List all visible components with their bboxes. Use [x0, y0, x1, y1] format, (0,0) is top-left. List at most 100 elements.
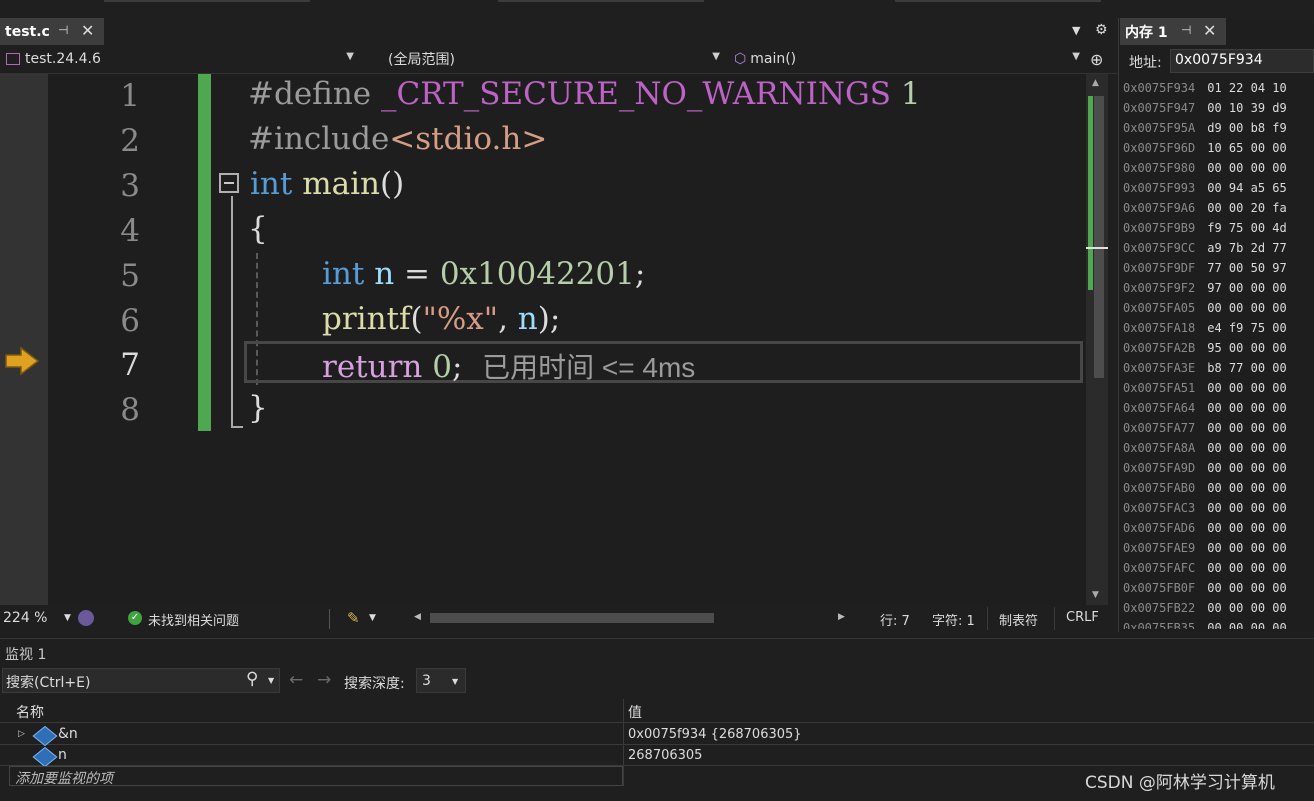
memory-row[interactable]: 0x0075F9DF 77 00 50 97 [1123, 259, 1314, 279]
scroll-down-icon[interactable]: ▼ [1092, 590, 1099, 600]
forward-arrow-icon[interactable]: → [317, 670, 331, 690]
watch-row-name[interactable]: &n [58, 726, 78, 742]
project-dropdown[interactable]: test.24.4.6 ▼ [2, 48, 358, 70]
add-watch-item[interactable]: 添加要监视的项 [15, 768, 113, 788]
scrollbar-thumb[interactable] [1094, 96, 1104, 378]
column-header-name[interactable]: 名称 [16, 702, 44, 722]
zoom-level[interactable]: 224 % [3, 610, 47, 626]
function-dropdown[interactable]: ⬡ main() ▼ [730, 48, 1084, 70]
watch-row-name[interactable]: n [58, 747, 67, 763]
column-divider[interactable] [623, 699, 624, 786]
column-header-value[interactable]: 值 [628, 702, 642, 722]
address-input[interactable]: 0x0075F934 [1170, 49, 1314, 73]
pin-icon[interactable]: ⊣ [58, 23, 68, 37]
memory-bytes[interactable]: 00 10 39 d9 [1207, 101, 1286, 115]
memory-rows[interactable]: 0x0075F934 01 22 04 10 0x0075F947 00 10 39 … [1123, 79, 1314, 629]
cleanup-brush-icon[interactable]: ✎ [347, 609, 360, 627]
memory-row[interactable]: 0x0075FA18 e4 f9 75 00 [1123, 319, 1314, 339]
line-ending[interactable]: CRLF [1066, 610, 1099, 625]
memory-bytes[interactable]: 00 00 00 00 [1207, 501, 1286, 515]
scroll-up-icon[interactable]: ▲ [1092, 78, 1099, 88]
memory-bytes[interactable]: 00 94 a5 65 [1207, 181, 1286, 195]
memory-row[interactable]: 0x0075F9B9 f9 75 00 4d [1123, 219, 1314, 239]
memory-row[interactable]: 0x0075FAC3 00 00 00 00 [1123, 499, 1314, 519]
memory-row[interactable]: 0x0075F96D 10 65 00 00 [1123, 139, 1314, 159]
memory-bytes[interactable]: 00 00 00 00 [1207, 161, 1286, 175]
memory-row[interactable]: 0x0075FB35 00 00 00 00 [1123, 619, 1314, 629]
close-icon[interactable]: ✕ [81, 21, 94, 40]
memory-row[interactable]: 0x0075FA51 00 00 00 00 [1123, 379, 1314, 399]
memory-bytes[interactable]: 00 00 00 00 [1207, 521, 1286, 535]
chevron-down-icon[interactable]: ▼ [452, 677, 458, 686]
memory-row[interactable]: 0x0075F993 00 94 a5 65 [1123, 179, 1314, 199]
memory-bytes[interactable]: 10 65 00 00 [1207, 141, 1286, 155]
memory-row[interactable]: 0x0075FAE9 00 00 00 00 [1123, 539, 1314, 559]
memory-bytes[interactable]: 00 00 00 00 [1207, 561, 1286, 575]
scroll-right-icon[interactable]: ▶ [838, 612, 845, 622]
memory-row[interactable]: 0x0075F95A d9 00 b8 f9 [1123, 119, 1314, 139]
memory-bytes[interactable]: 00 00 00 00 [1207, 461, 1286, 475]
memory-row[interactable]: 0x0075F9CC a9 7b 2d 77 [1123, 239, 1314, 259]
memory-row[interactable]: 0x0075F9F2 97 00 00 00 [1123, 279, 1314, 299]
tab-list-dropdown-icon[interactable]: ▼ [1072, 24, 1080, 37]
memory-bytes[interactable]: f9 75 00 4d [1207, 221, 1286, 235]
memory-bytes[interactable]: 00 00 00 00 [1207, 441, 1286, 455]
scroll-left-icon[interactable]: ◀ [414, 612, 421, 622]
memory-row[interactable]: 0x0075FA3E b8 77 00 00 [1123, 359, 1314, 379]
chevron-down-icon[interactable]: ▼ [268, 676, 274, 685]
pin-icon[interactable]: ⊣ [1181, 23, 1191, 37]
memory-row[interactable]: 0x0075FA05 00 00 00 00 [1123, 299, 1314, 319]
memory-row[interactable]: 0x0075F980 00 00 00 00 [1123, 159, 1314, 179]
memory-bytes[interactable]: 97 00 00 00 [1207, 281, 1286, 295]
intellicode-icon[interactable] [78, 610, 94, 626]
indicator-margin[interactable] [0, 74, 48, 605]
char-indicator[interactable]: 字符: 1 [932, 610, 975, 629]
memory-row[interactable]: 0x0075FA64 00 00 00 00 [1123, 399, 1314, 419]
chevron-down-icon[interactable]: ▼ [369, 613, 376, 623]
memory-row[interactable]: 0x0075FB0F 00 00 00 00 [1123, 579, 1314, 599]
memory-row[interactable]: 0x0075F9A6 00 00 20 fa [1123, 199, 1314, 219]
search-icon[interactable]: ⚲ [246, 669, 258, 689]
expand-arrow-icon[interactable]: ▷ [18, 729, 25, 739]
watch-row-value[interactable]: 0x0075f934 {268706305} [628, 727, 802, 742]
gear-icon[interactable]: ⚙ [1095, 22, 1108, 38]
split-window-icon[interactable]: ⊕ [1090, 50, 1103, 69]
memory-bytes[interactable]: 00 00 00 00 [1207, 621, 1286, 629]
memory-bytes[interactable]: b8 77 00 00 [1207, 361, 1286, 375]
indent-mode[interactable]: 制表符 [999, 610, 1038, 629]
memory-bytes[interactable]: 00 00 00 00 [1207, 421, 1286, 435]
memory-bytes[interactable]: 00 00 00 00 [1207, 481, 1286, 495]
memory-row[interactable]: 0x0075FAB0 00 00 00 00 [1123, 479, 1314, 499]
collapse-icon[interactable] [219, 173, 239, 193]
close-icon[interactable]: ✕ [1203, 21, 1216, 40]
memory-row[interactable]: 0x0075FB22 00 00 00 00 [1123, 599, 1314, 619]
memory-row[interactable]: 0x0075FAD6 00 00 00 00 [1123, 519, 1314, 539]
memory-bytes[interactable]: 00 00 00 00 [1207, 301, 1286, 315]
memory-row[interactable]: 0x0075FA2B 95 00 00 00 [1123, 339, 1314, 359]
memory-bytes[interactable]: e4 f9 75 00 [1207, 321, 1286, 335]
memory-bytes[interactable]: 00 00 00 00 [1207, 601, 1286, 615]
chevron-down-icon[interactable]: ▼ [64, 613, 71, 623]
memory-bytes[interactable]: 01 22 04 10 [1207, 81, 1286, 95]
memory-row[interactable]: 0x0075F934 01 22 04 10 [1123, 79, 1314, 99]
watch-row-value[interactable]: 268706305 [628, 748, 702, 763]
memory-bytes[interactable]: 00 00 00 00 [1207, 381, 1286, 395]
memory-row[interactable]: 0x0075FA77 00 00 00 00 [1123, 419, 1314, 439]
memory-bytes[interactable]: d9 00 b8 f9 [1207, 121, 1286, 135]
memory-bytes[interactable]: 00 00 00 00 [1207, 581, 1286, 595]
memory-row[interactable]: 0x0075FA8A 00 00 00 00 [1123, 439, 1314, 459]
memory-row[interactable]: 0x0075F947 00 10 39 d9 [1123, 99, 1314, 119]
memory-bytes[interactable]: a9 7b 2d 77 [1207, 241, 1286, 255]
memory-row[interactable]: 0x0075FAFC 00 00 00 00 [1123, 559, 1314, 579]
scope-dropdown[interactable]: (全局范围) ▼ [366, 48, 724, 70]
issues-status[interactable]: 未找到相关问题 [148, 610, 239, 629]
memory-bytes[interactable]: 00 00 00 00 [1207, 541, 1286, 555]
horizontal-scrollbar-thumb[interactable] [430, 613, 714, 623]
memory-row[interactable]: 0x0075FA9D 00 00 00 00 [1123, 459, 1314, 479]
memory-bytes[interactable]: 95 00 00 00 [1207, 341, 1286, 355]
line-indicator[interactable]: 行: 7 [880, 610, 910, 629]
memory-bytes[interactable]: 00 00 20 fa [1207, 201, 1286, 215]
memory-bytes[interactable]: 77 00 50 97 [1207, 261, 1286, 275]
back-arrow-icon[interactable]: ← [289, 670, 303, 690]
memory-bytes[interactable]: 00 00 00 00 [1207, 401, 1286, 415]
